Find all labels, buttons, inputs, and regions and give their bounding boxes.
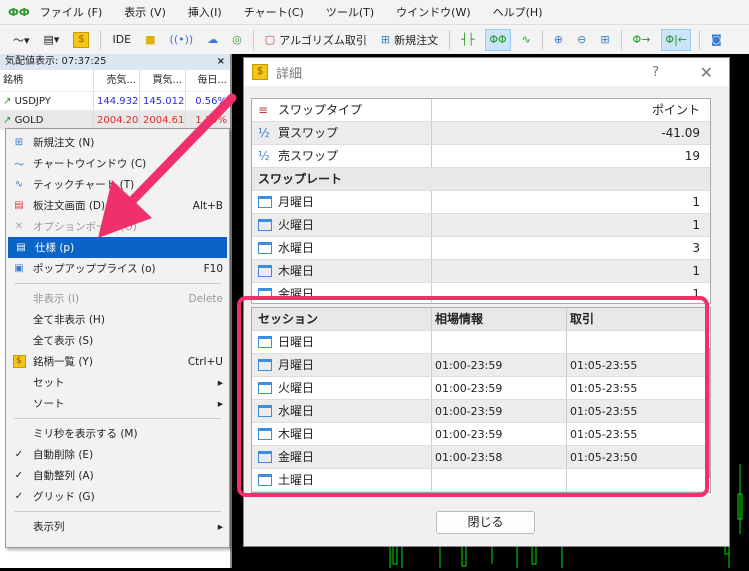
pointer-arrow [98,93,237,238]
